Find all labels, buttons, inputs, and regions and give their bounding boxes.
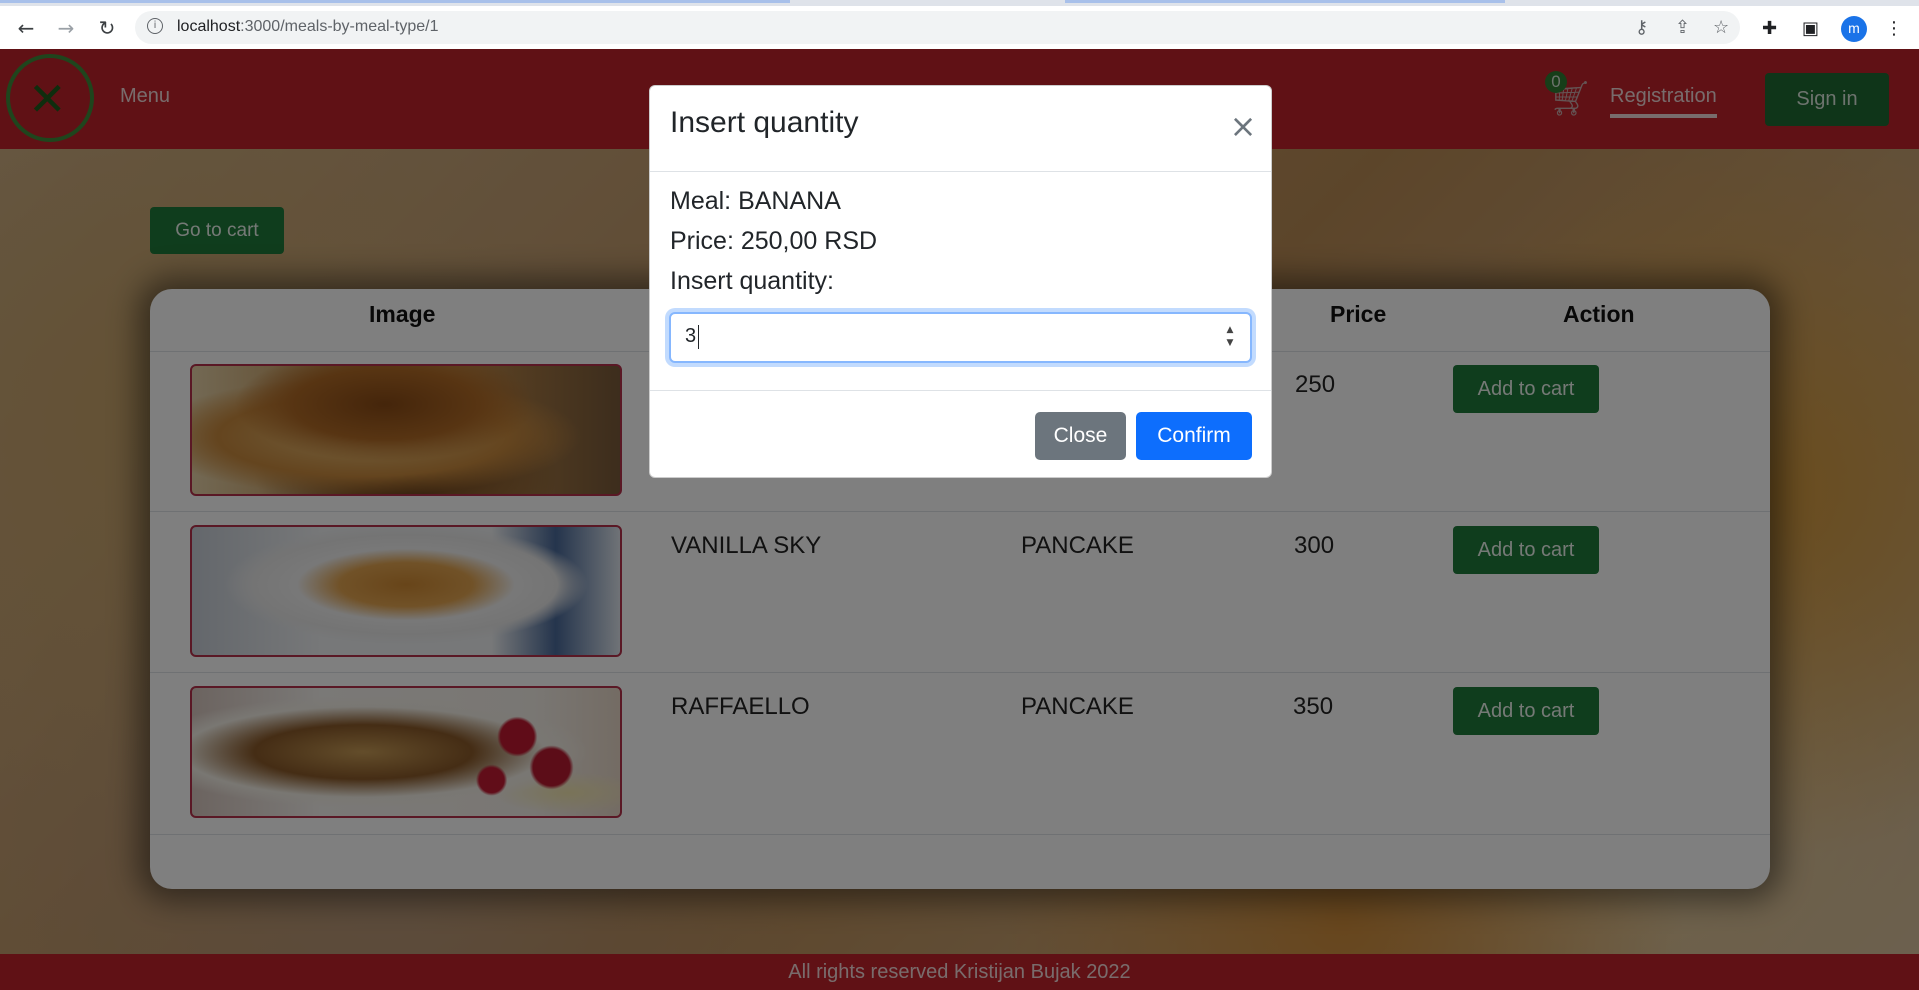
- info-icon[interactable]: i: [147, 18, 163, 34]
- spin-down-icon[interactable]: ▼: [1224, 337, 1236, 350]
- confirm-button[interactable]: Confirm: [1136, 412, 1252, 460]
- modal-header-divider: [650, 171, 1271, 172]
- browser-chrome: ← → ↻ i localhost:3000/meals-by-meal-typ…: [0, 0, 1919, 49]
- key-icon[interactable]: ⚷: [1635, 17, 1648, 38]
- url-text[interactable]: localhost:3000/meals-by-meal-type/1: [177, 18, 438, 36]
- arrow-left-icon: ←: [17, 16, 35, 40]
- kebab-menu-icon[interactable]: ⋮: [1885, 18, 1903, 39]
- modal-title: Insert quantity: [670, 106, 859, 139]
- share-icon[interactable]: ⇪: [1675, 17, 1690, 38]
- insert-quantity-modal: Insert quantity × Meal: BANANA Price: 25…: [649, 85, 1272, 478]
- browser-toolbar: ← → ↻ i localhost:3000/meals-by-meal-typ…: [0, 6, 1919, 49]
- spin-up-icon[interactable]: ▲: [1224, 324, 1236, 337]
- quantity-label: Insert quantity:: [670, 267, 834, 295]
- side-panel-icon[interactable]: ▣: [1802, 18, 1819, 39]
- quantity-value: 3: [685, 325, 697, 347]
- back-button[interactable]: ←: [12, 14, 40, 42]
- quantity-input[interactable]: 3 ▲ ▼: [669, 312, 1252, 363]
- puzzle-icon[interactable]: ✚: [1762, 18, 1777, 39]
- address-bar[interactable]: i localhost:3000/meals-by-meal-type/1 ⚷ …: [135, 11, 1740, 44]
- close-icon[interactable]: ×: [1228, 110, 1258, 142]
- modal-meal-line: Meal: BANANA: [670, 187, 841, 215]
- reload-icon: ↻: [98, 16, 116, 40]
- reload-button[interactable]: ↻: [93, 14, 121, 42]
- forward-button[interactable]: →: [52, 14, 80, 42]
- page-viewport: ✕ Menu 🛒︎ 0 Registration Sign in Go to c…: [0, 49, 1919, 990]
- number-spinner[interactable]: ▲ ▼: [1224, 324, 1236, 352]
- star-icon[interactable]: ☆: [1713, 17, 1729, 38]
- modal-footer-divider: [650, 390, 1271, 391]
- close-button[interactable]: Close: [1035, 412, 1126, 460]
- arrow-right-icon: →: [57, 16, 75, 40]
- modal-price-line: Price: 250,00 RSD: [670, 227, 878, 255]
- url-host: localhost: [177, 18, 241, 35]
- profile-avatar[interactable]: m: [1841, 16, 1867, 42]
- text-caret: [698, 325, 699, 349]
- url-path: :3000/meals-by-meal-type/1: [240, 18, 439, 35]
